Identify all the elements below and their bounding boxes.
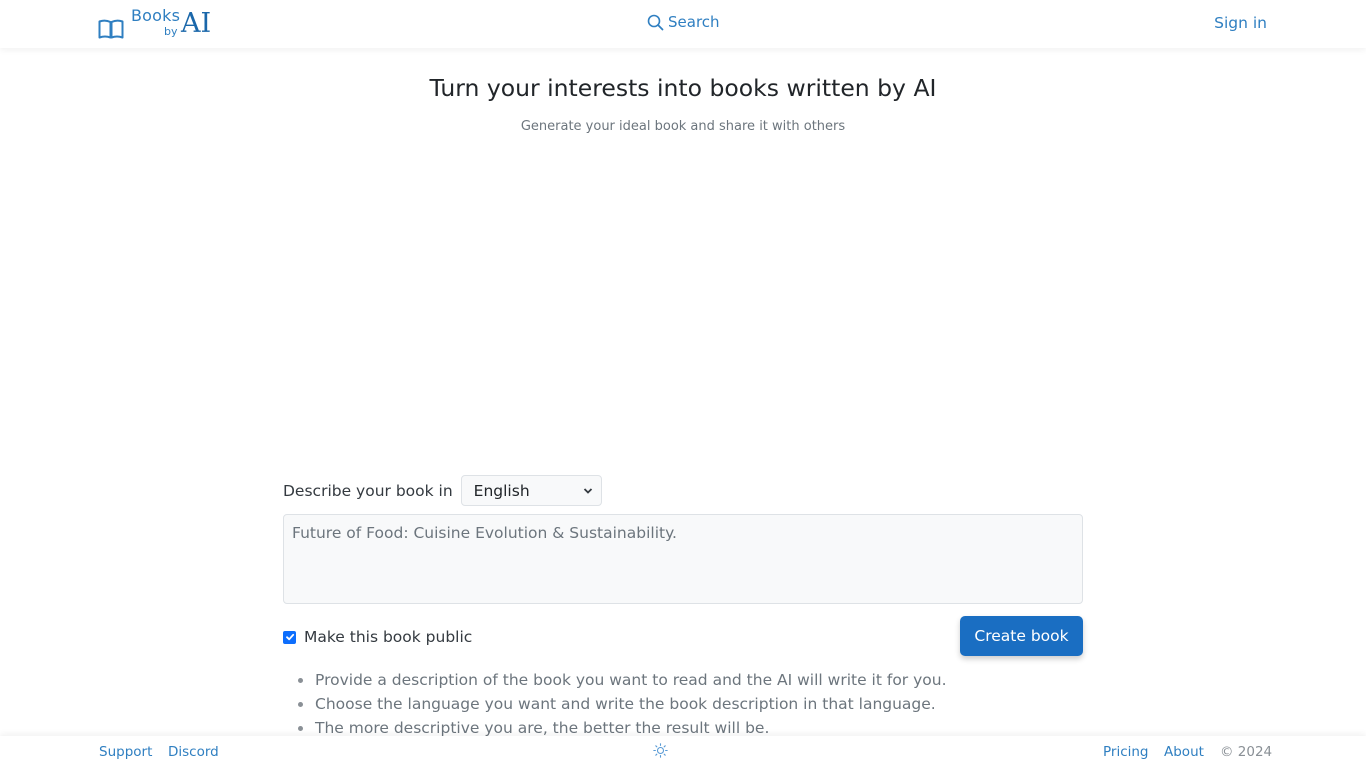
chevron-down-icon — [583, 487, 592, 494]
about-link[interactable]: About — [1164, 744, 1204, 760]
open-book-icon — [98, 19, 124, 39]
language-select[interactable]: English — [460, 475, 602, 506]
logo-ai-text: AI — [181, 8, 212, 39]
copyright-text: © 2024 — [1220, 744, 1273, 760]
public-checkbox[interactable] — [283, 630, 296, 644]
footer: Support Discord Pricing About © 2024 — [0, 736, 1366, 768]
public-checkbox-label: Make this book public — [304, 628, 473, 646]
logo-books-text: Books — [131, 6, 181, 25]
pricing-link[interactable]: Pricing — [1103, 744, 1149, 760]
search-label: Search — [668, 13, 720, 31]
search-icon — [647, 14, 664, 30]
support-link[interactable]: Support — [99, 744, 152, 760]
checkmark-icon — [285, 633, 294, 641]
tip-item: Choose the language you want and write t… — [298, 692, 947, 716]
theme-toggle[interactable] — [653, 743, 668, 758]
create-book-button[interactable]: Create book — [960, 616, 1083, 656]
page-subtitle: Generate your ideal book and share it wi… — [520, 119, 846, 134]
public-checkbox-control[interactable]: Make this book public — [283, 628, 472, 646]
language-selected-value: English — [473, 481, 530, 500]
book-description-input[interactable] — [283, 514, 1083, 604]
form-actions: Make this book public Create book — [283, 616, 1083, 656]
logo-text: Books by AI — [131, 6, 217, 42]
discord-link[interactable]: Discord — [168, 744, 219, 760]
logo-by-text: by — [164, 25, 178, 38]
tip-item: Provide a description of the book you wa… — [298, 668, 947, 692]
search-link[interactable]: Search — [647, 13, 720, 31]
logo-link[interactable]: Books by AI — [98, 6, 217, 42]
language-row: Describe your book in English — [283, 475, 1083, 506]
sign-in-link[interactable]: Sign in — [1214, 14, 1267, 32]
sun-icon — [653, 743, 668, 758]
page-title: Turn your interests into books written b… — [429, 74, 937, 102]
language-label: Describe your book in — [283, 481, 453, 500]
create-book-form: Describe your book in English Make this … — [283, 475, 1083, 656]
top-navbar: Books by AI Search Sign in — [0, 0, 1366, 48]
tips-list: Provide a description of the book you wa… — [298, 668, 947, 740]
